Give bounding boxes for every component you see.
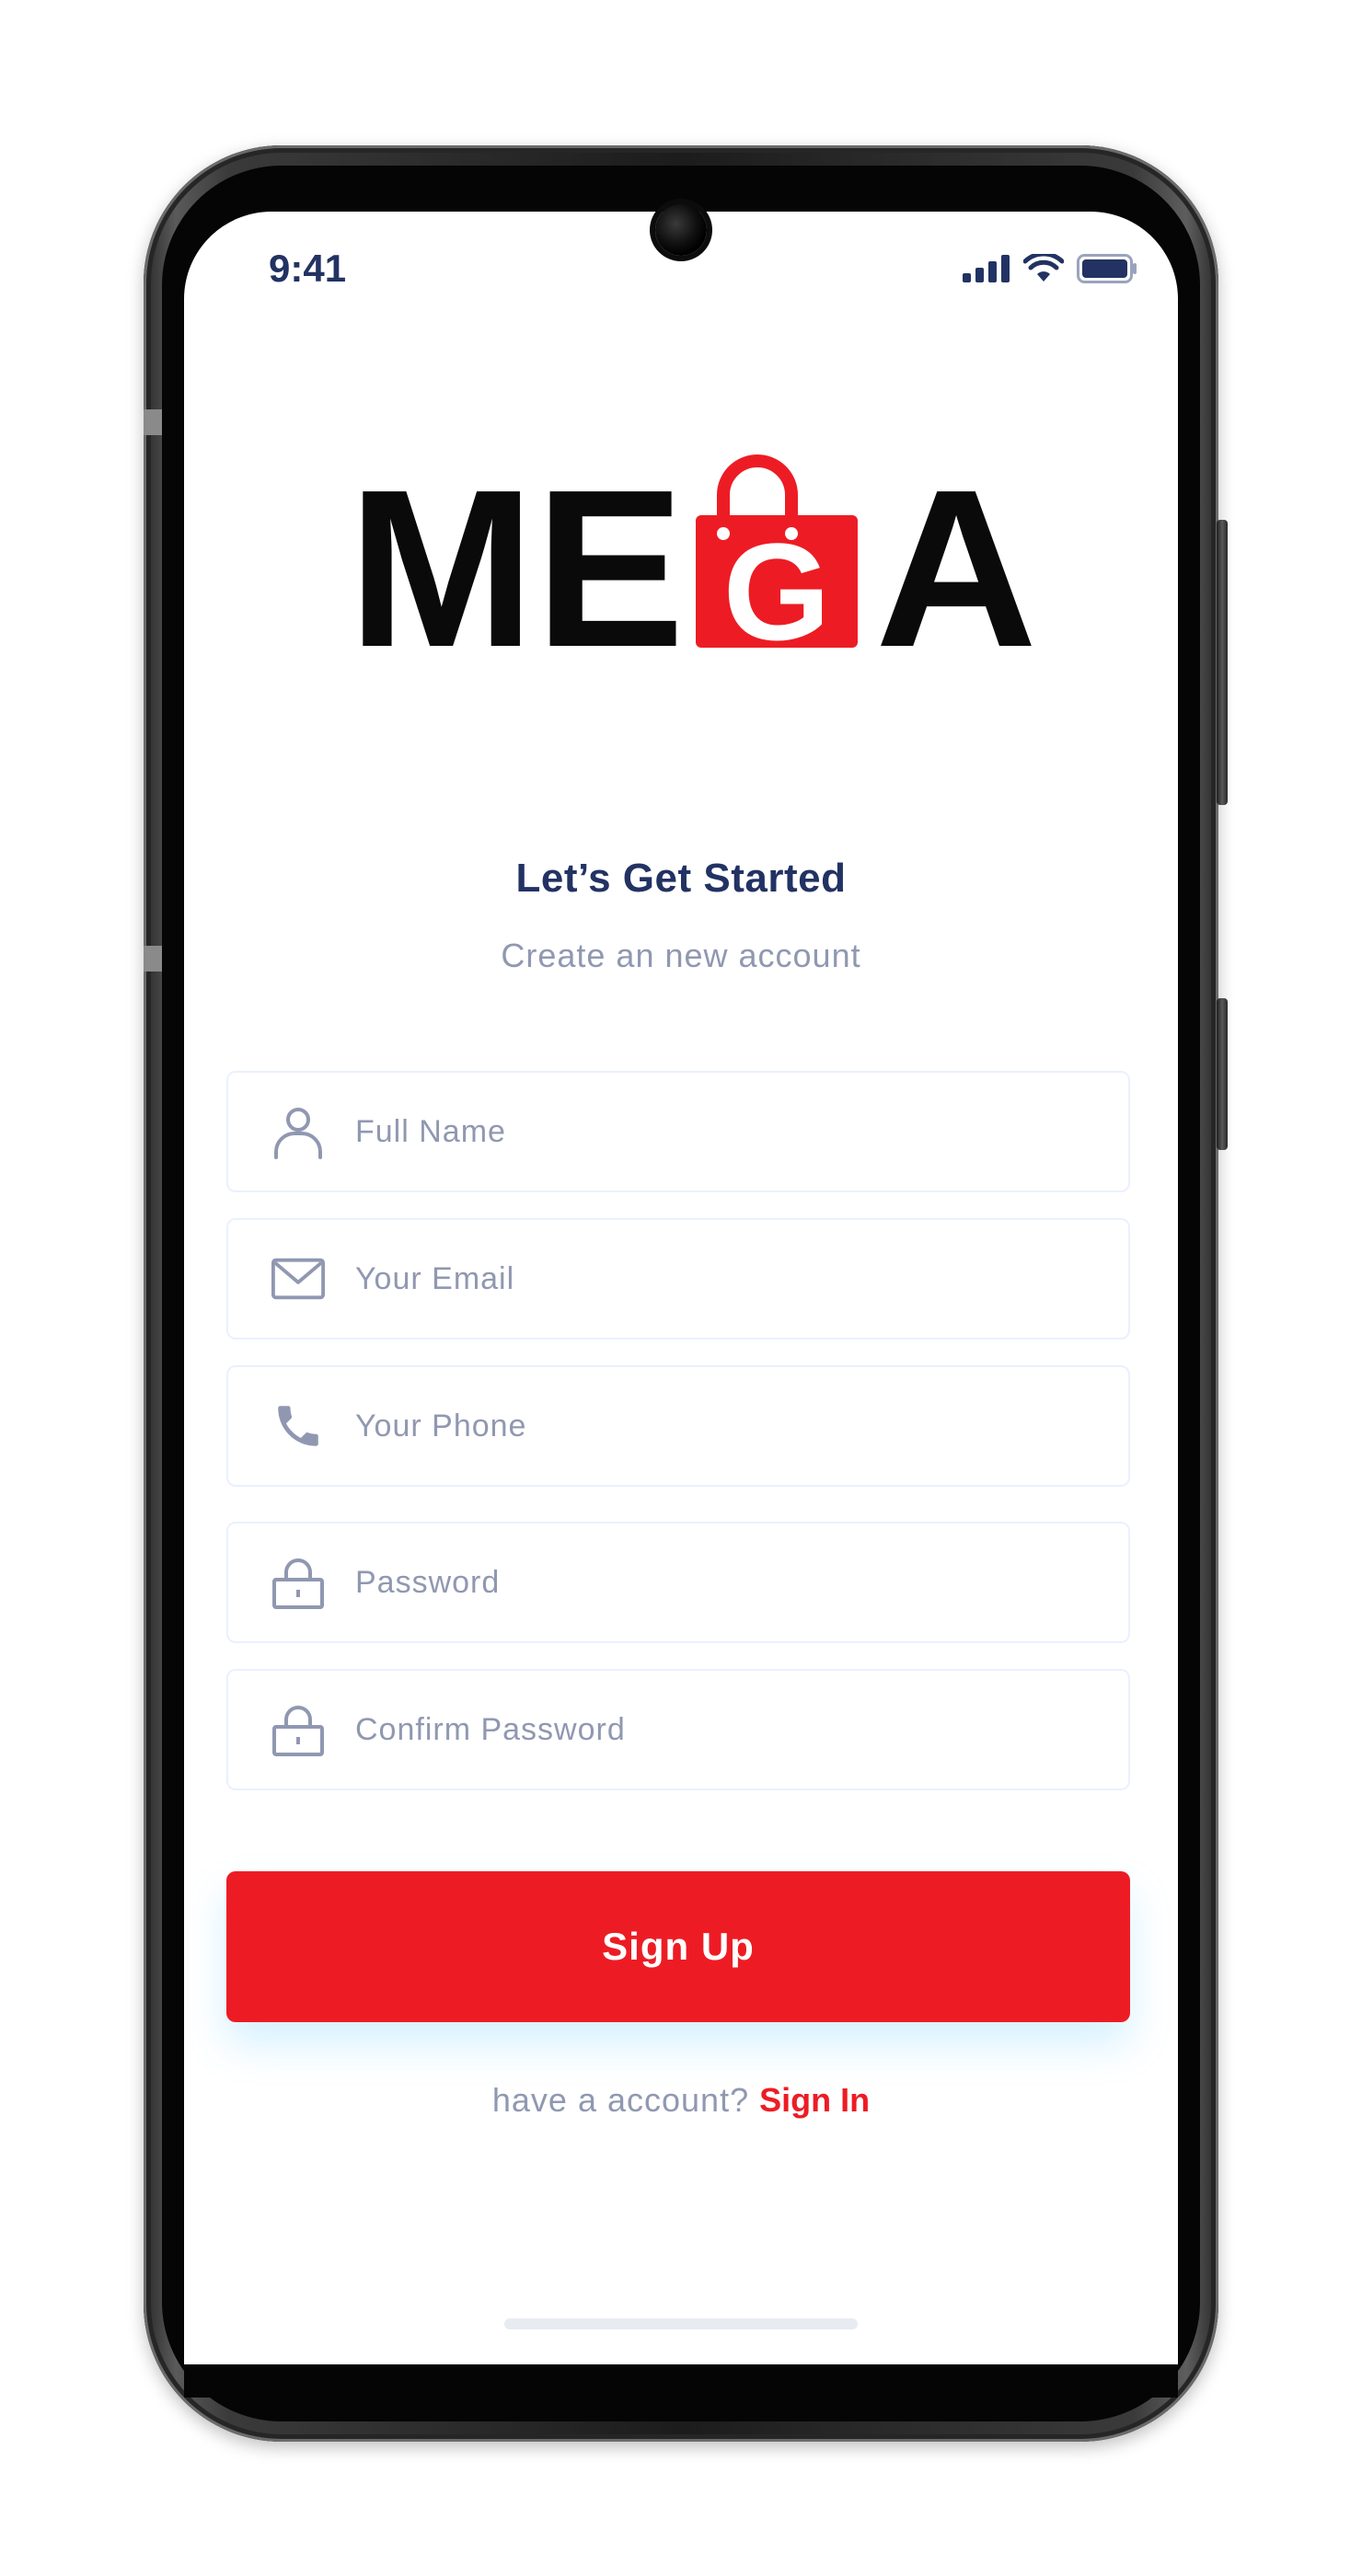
front-camera	[655, 204, 707, 256]
battery-icon	[1077, 254, 1137, 283]
lock-icon	[271, 1702, 326, 1757]
have-account-text: have a account?	[491, 2081, 750, 2119]
page: 9:41 ME A G Let’s Get Started Create an …	[0, 0, 1362, 2576]
shopping-bag-icon: G	[696, 454, 858, 653]
logo-letter-g: G	[723, 514, 831, 653]
mega-logo: ME A G	[348, 443, 1037, 653]
screen-bottom-edge	[184, 2364, 1178, 2398]
mail-icon	[271, 1251, 326, 1306]
power-button	[1217, 998, 1228, 1150]
phone-field[interactable]	[226, 1365, 1130, 1487]
lock-icon	[271, 1555, 326, 1610]
antenna-band	[144, 946, 162, 972]
page-title: Let’s Get Started	[515, 856, 847, 901]
status-time: 9:41	[269, 247, 347, 290]
password-input[interactable]	[353, 1563, 1093, 1602]
wifi-icon	[1023, 254, 1064, 282]
logo-letters-me: ME	[348, 443, 685, 653]
confirm-password-input[interactable]	[353, 1710, 1093, 1749]
user-icon	[271, 1104, 326, 1159]
phone-input[interactable]	[353, 1407, 1093, 1445]
antenna-band	[144, 409, 162, 435]
logo-letter-a: A	[875, 443, 1037, 653]
sign-in-prompt: have a account? Sign In	[184, 2081, 1178, 2120]
password-field[interactable]	[226, 1522, 1130, 1643]
status-icons	[963, 254, 1137, 283]
home-indicator[interactable]	[504, 2318, 858, 2329]
email-field[interactable]	[226, 1218, 1130, 1340]
sign-in-link[interactable]: Sign In	[759, 2081, 870, 2119]
email-input[interactable]	[353, 1259, 1093, 1298]
volume-button	[1217, 520, 1228, 805]
sign-up-button[interactable]: Sign Up	[226, 1871, 1130, 2022]
full-name-field[interactable]	[226, 1071, 1130, 1192]
app-screen: 9:41 ME A G Let’s Get Started Create an …	[184, 212, 1178, 2364]
page-subtitle: Create an new account	[501, 937, 861, 974]
confirm-password-field[interactable]	[226, 1669, 1130, 1790]
full-name-input[interactable]	[353, 1112, 1093, 1151]
phone-icon	[271, 1398, 326, 1454]
cellular-signal-icon	[963, 255, 1010, 282]
